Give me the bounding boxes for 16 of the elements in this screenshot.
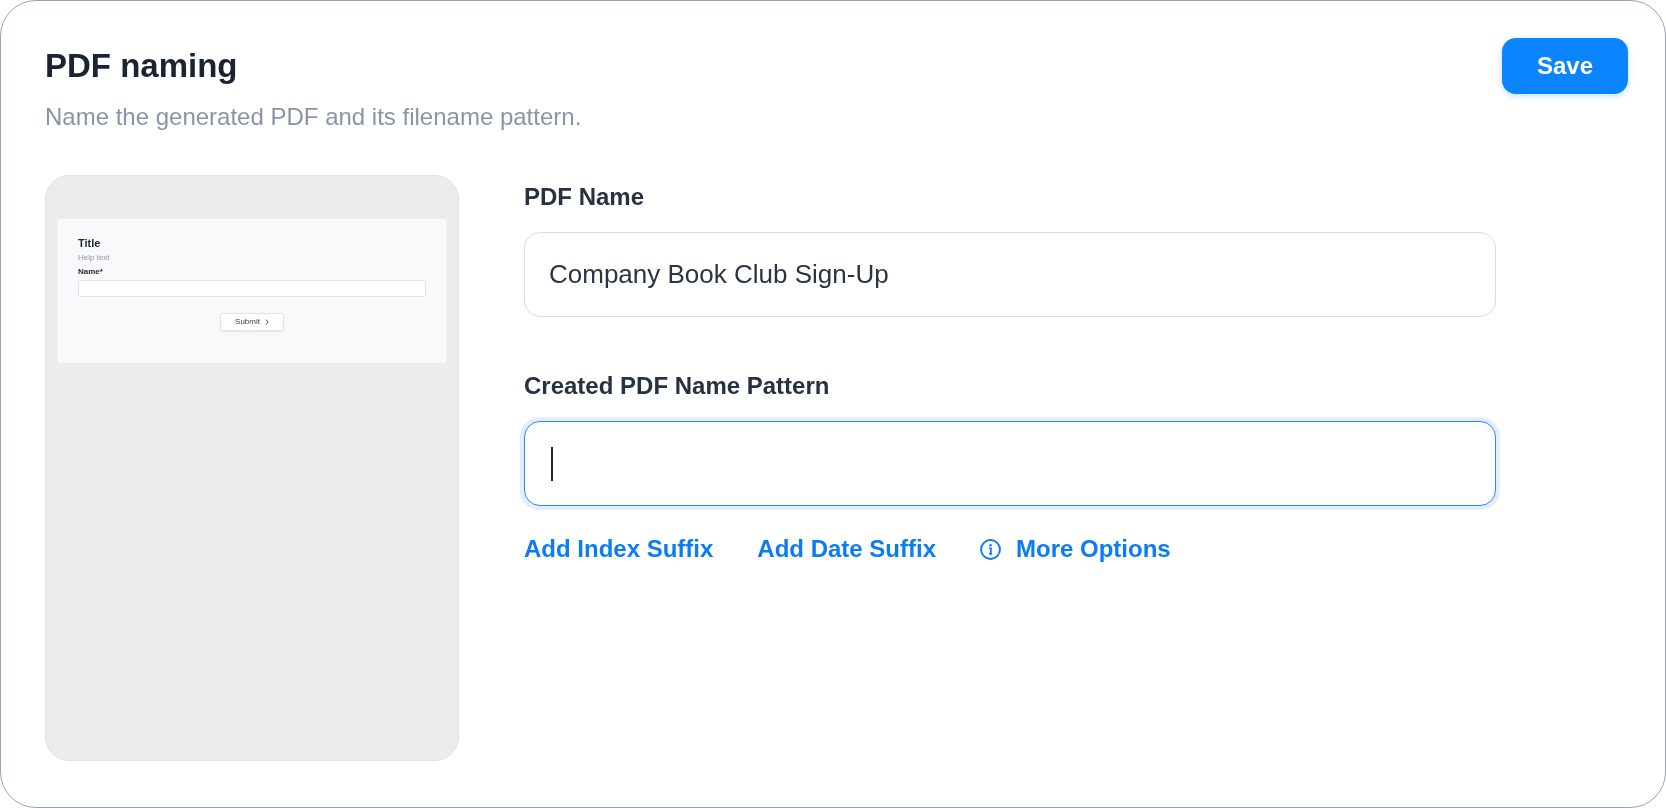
info-icon (980, 538, 1002, 560)
chevron-right-icon (264, 319, 269, 325)
preview-field-label: Name* (78, 266, 104, 277)
field-label: PDF Name (524, 182, 646, 212)
text-input[interactable]: Company Book Club Sign-Up (524, 232, 1496, 317)
page-title: PDF naming (45, 46, 239, 86)
preview-submit-tile: Submit (220, 313, 284, 331)
text-link[interactable]: Add Date Suffix (757, 534, 937, 564)
field-label: Created PDF Name Pattern (524, 371, 831, 401)
preview-form-title: Title (78, 236, 102, 250)
page-subtitle: Name the generated PDF and its filename pattern. (45, 102, 582, 132)
text-cursor-icon (551, 446, 553, 481)
text-link[interactable]: Add Index Suffix (524, 534, 714, 564)
preview-help-text: Help text (78, 252, 111, 263)
text-link[interactable]: More Options (980, 534, 1171, 564)
save-button[interactable]: Save (1502, 38, 1628, 94)
